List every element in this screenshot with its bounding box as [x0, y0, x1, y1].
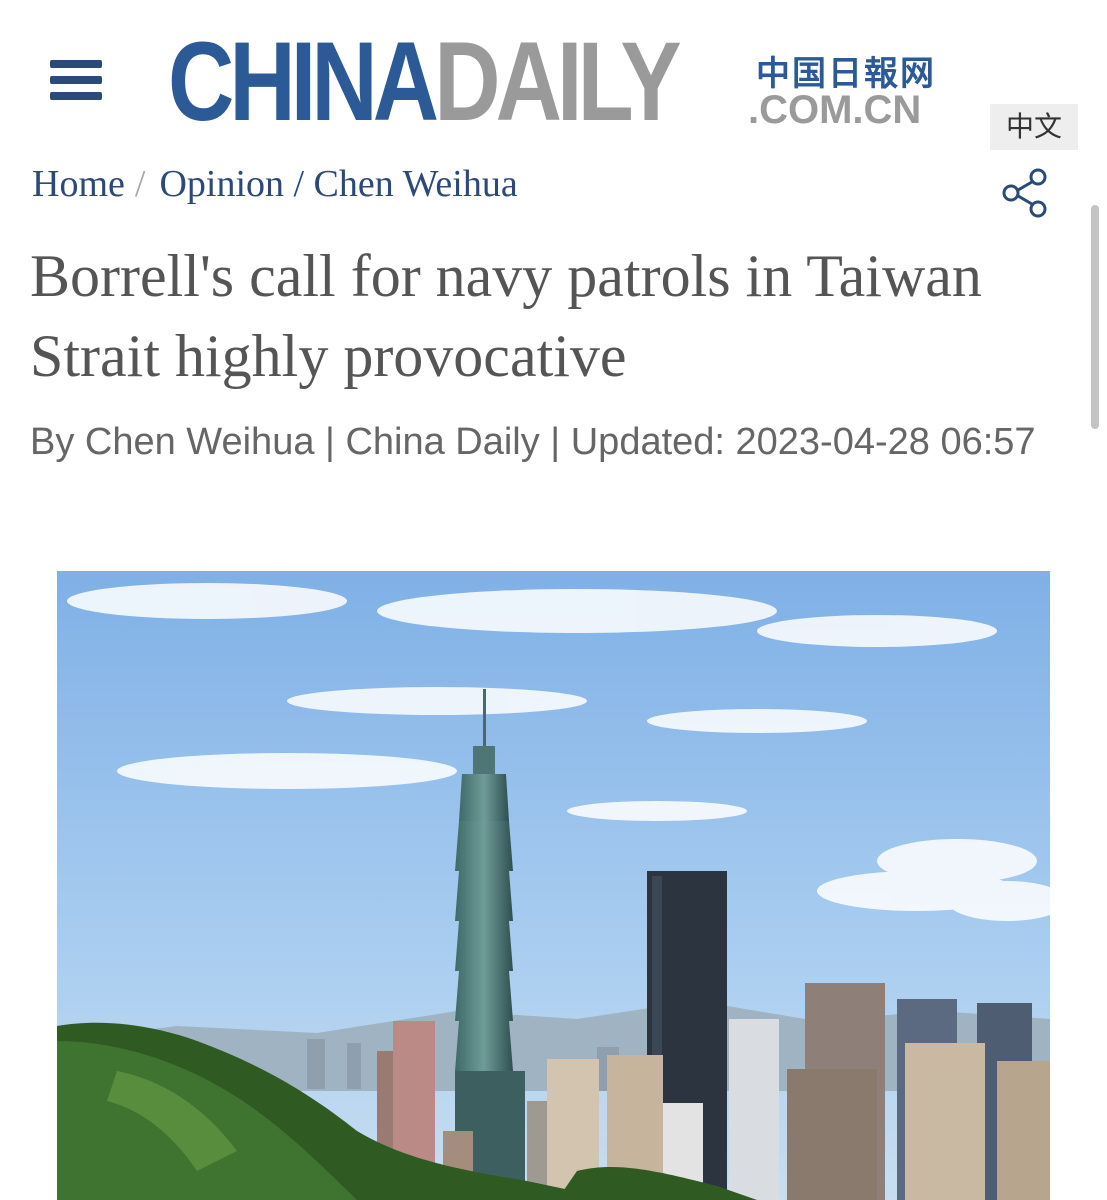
logo-china-text: CHINA: [168, 19, 439, 144]
article-headline: Borrell's call for navy patrols in Taiwa…: [30, 243, 982, 389]
article-byline: By Chen Weihua | China Daily | Updated: …: [30, 421, 1036, 463]
breadcrumb-separator: /: [134, 163, 146, 205]
breadcrumb-home-link[interactable]: Home: [32, 163, 125, 205]
logo-daily-text: DAILY: [434, 19, 681, 144]
logo-wordmark: CHINADAILY: [168, 26, 682, 138]
hamburger-menu-icon[interactable]: [50, 56, 102, 104]
breadcrumb-section-link[interactable]: Opinion / Chen Weihua: [159, 163, 517, 205]
china-daily-logo[interactable]: CHINADAILY 中国日報网 .COM.CN: [168, 26, 948, 138]
menu-line: [50, 60, 102, 68]
menu-line: [50, 92, 102, 100]
language-switch-button[interactable]: 中文: [990, 104, 1078, 150]
article-hero-image: [57, 571, 1050, 1200]
breadcrumb: Home / Opinion / Chen Weihua: [32, 162, 518, 206]
logo-domain-text: .COM.CN: [748, 88, 922, 132]
share-icon[interactable]: [1000, 168, 1052, 218]
scrollbar[interactable]: [1091, 205, 1099, 429]
menu-line: [50, 76, 102, 84]
